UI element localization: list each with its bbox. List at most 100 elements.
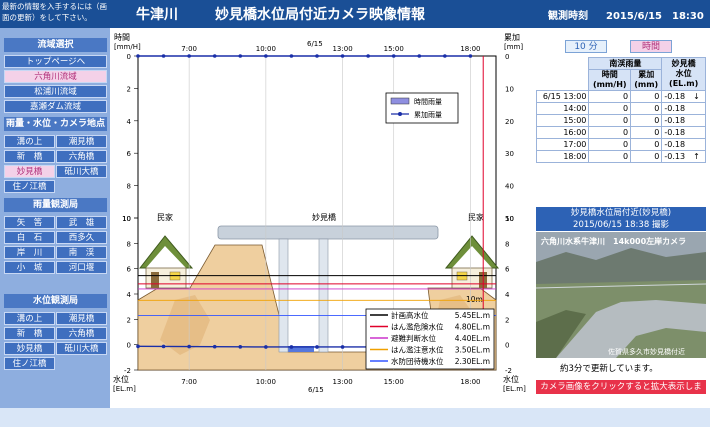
water-station-shiomibashi[interactable]: 潮見橋 [56, 312, 107, 325]
cumulative-rain-point [212, 54, 217, 58]
x-tick-label-top: 7:00 [181, 45, 197, 53]
water-station-myokenbashi[interactable]: 妙見橋 [4, 342, 55, 355]
cum-tick-label: 40 [505, 183, 514, 191]
point-shiomibashi[interactable]: 潮見橋 [56, 135, 107, 148]
camera-title: 妙見橋水位局付近(妙見橋) [570, 208, 672, 218]
basin-rokkaku-button[interactable]: 六角川流域 [4, 70, 107, 83]
table-row: 14:00 0 0 -0.18 [535, 102, 706, 115]
level-legend-value: 4.80EL.m [455, 323, 490, 332]
date-label-top: 6/15 [307, 40, 323, 48]
x-tick-label-bottom: 10:00 [256, 378, 276, 386]
rain-axis-unit: [mm/H] [114, 43, 141, 51]
level-legend-value: 4.40EL.m [455, 334, 490, 343]
water-level-point [136, 344, 140, 349]
date-label-bottom: 6/15 [308, 386, 324, 394]
rain-station-shiroishi[interactable]: 白 石 [4, 231, 55, 244]
rain-station-nishitaku[interactable]: 西多久 [56, 231, 107, 244]
rain-station-ogi[interactable]: 小 城 [4, 261, 55, 274]
water-station-togawa-ohashi[interactable]: 砥川大橋 [56, 342, 107, 355]
level-tick-label-left: 4 [127, 291, 132, 299]
observation-time-label: 観測時刻 [548, 11, 588, 22]
observation-time-value: 2015/6/15 18:30 [606, 11, 704, 22]
level-tick-label-right: 0 [505, 342, 509, 350]
level-legend-label: 避難判断水位 [391, 333, 436, 343]
water-station-shinbashi[interactable]: 新 橋 [4, 327, 55, 340]
river-chart: 時間 [mm/H] 累加 [mm] 水位 [EL.m] 水位 [EL.m] 6/… [113, 32, 526, 394]
cumulative-rain-point [161, 54, 166, 58]
cumulative-rain-point [289, 54, 294, 58]
water-station-mizonoue[interactable]: 溝の上 [4, 312, 55, 325]
section-points: 雨量・水位・カメラ地点 [4, 117, 107, 131]
table-cell: 0 [630, 150, 663, 163]
enlarge-hint[interactable]: カメラ画像をクリックすると拡大表示します。 [536, 380, 706, 406]
x-tick-label-bottom: 13:00 [332, 378, 352, 386]
bridge-pier-left [278, 238, 289, 353]
table-cell: -0.13 ↑ [661, 150, 706, 163]
table-row: 16:00 0 0 -0.18 [535, 126, 706, 139]
legend-cum-label: 累加雨量 [414, 110, 442, 119]
level-legend-value: 5.45EL.m [455, 311, 490, 320]
rain-station-kishigawa[interactable]: 岸 川 [4, 246, 55, 259]
hourly-button[interactable]: 時間 [630, 40, 672, 53]
cum-axis-title: 累加 [504, 32, 520, 42]
table-cell: 6/15 13:00 [535, 90, 590, 103]
basin-matsuura-button[interactable]: 松浦川流域 [4, 85, 107, 98]
ten-minute-button[interactable]: 10 分 [565, 40, 607, 53]
section-rain-stations: 雨量観測局 [4, 198, 107, 212]
point-suminoebashi[interactable]: 住ノ江橋 [4, 180, 55, 193]
water-level-point [238, 345, 243, 349]
level-legend-label: はん濫危険水位 [391, 322, 444, 332]
x-tick-label-top: 10:00 [256, 45, 276, 53]
table-cell: 17:00 [535, 138, 590, 151]
bridge-pier-right [318, 238, 329, 353]
water-station-rokkakubashi[interactable]: 六角橋 [56, 327, 107, 340]
scale-10m-label: 10m [466, 295, 483, 304]
table-cell: 0 [630, 102, 663, 115]
camera-image[interactable]: 六角川水系牛津川 14k000左岸カメラ 佐賀県多久市妙見橋付近 [536, 232, 706, 358]
rain-station-takeo[interactable]: 武 雄 [56, 216, 107, 229]
level-tick-label-right: -2 [505, 367, 512, 375]
section-basin-select: 流域選択 [4, 38, 107, 52]
point-mizonoue[interactable]: 溝の上 [4, 135, 55, 148]
point-myokenbashi[interactable]: 妙見橋 [4, 165, 55, 178]
x-tick-label-bottom: 18:00 [460, 378, 480, 386]
point-rokkakubashi[interactable]: 六角橋 [56, 150, 107, 163]
table-cell: -0.18 [661, 114, 706, 127]
table-cell: -0.18 [661, 102, 706, 115]
bridge-label: 妙見橋 [312, 212, 336, 222]
level-tick-label-left: -2 [124, 367, 131, 375]
table-cell: 0 [588, 138, 632, 151]
rain-axis-title: 時間 [114, 33, 130, 42]
river-name: 牛津川 [136, 7, 178, 23]
cumulative-rain-point [468, 54, 473, 58]
level-axis-title-left: 水位 [113, 374, 129, 384]
cumulative-rain-point [443, 54, 447, 58]
cumulative-rain-point [315, 54, 319, 58]
camera-update-note: 約3分で更新しています。 [560, 364, 658, 374]
rain-tick-label: 2 [127, 85, 131, 93]
house-left-label: 民家 [157, 212, 173, 222]
rain-station-kakouzeki[interactable]: 河口堰 [56, 261, 107, 274]
water-station-suminoebashi[interactable]: 住ノ江橋 [4, 357, 55, 370]
point-togawa-ohashi[interactable]: 砥川大橋 [56, 165, 107, 178]
x-tick-label-top: 13:00 [332, 45, 352, 53]
basin-kase-dam-button[interactable]: 嘉瀬ダム流域 [4, 100, 107, 113]
rain-station-nankei[interactable]: 南 渓 [56, 246, 107, 259]
table-cell: -0.18 [661, 138, 706, 151]
cum-header: 累加 (mm) [630, 69, 663, 91]
camera-title-box: 妙見橋水位局付近(妙見橋) 2015/06/15 18:38 撮影 [536, 207, 706, 231]
water-level-point [187, 344, 191, 349]
rain-tick-label: 4 [127, 118, 132, 126]
level-tick-label-right: 6 [505, 266, 510, 274]
water-level-point [264, 345, 268, 349]
observation-table: 南渓雨量 妙見橋 水位 (EL.m) 時間 (mm/H) 累加 (mm) 6/15 13… [535, 57, 706, 163]
point-shinbashi[interactable]: 新 橋 [4, 150, 55, 163]
level-legend-label: 水防団待機水位 [391, 356, 444, 366]
cum-tick-label: 30 [505, 150, 514, 158]
rain-station-yahazu[interactable]: 矢 筈 [4, 216, 55, 229]
level-tick-label-left: 2 [127, 316, 131, 324]
table-cell: 0 [630, 114, 663, 127]
table-cell: 16:00 [535, 126, 590, 139]
water-level-point [315, 345, 319, 349]
top-page-button[interactable]: トップページへ [4, 55, 107, 68]
